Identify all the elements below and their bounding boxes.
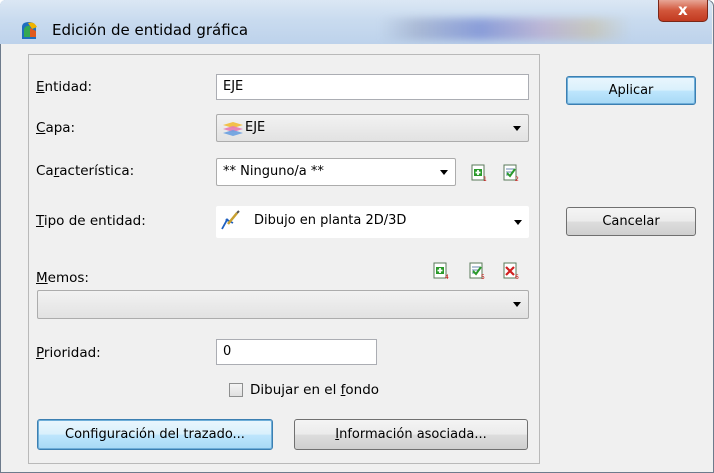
prioridad-label: Prioridad: [36,345,101,361]
cancelar-label: Cancelar [602,214,660,229]
app-icon [22,22,37,39]
edit-sheet-icon[interactable]: 2 [502,164,520,182]
badge-2: 2 [515,176,519,182]
close-icon: x [678,1,688,19]
configuracion-trazado-button[interactable]: Configuración del trazado... [37,419,273,450]
aplicar-button[interactable]: Aplicar [566,76,696,105]
add-sheet-icon[interactable]: 1 [470,164,488,182]
edit-memo-icon[interactable]: 5 [468,262,486,280]
aplicar-label: Aplicar [608,83,654,98]
chevron-down-icon [440,170,448,175]
configuracion-trazado-label: Configuración del trazado... [65,427,245,442]
drawing-tool-icon [221,210,240,230]
badge-6: 6 [515,274,519,280]
badge-5: 5 [481,274,485,280]
memos-label: Memos: [36,270,89,286]
caracteristica-value: ** Ninguno/a ** [223,164,324,179]
entidad-value: EJE [223,79,244,94]
capa-value: EJE [245,120,266,135]
blurred-background [380,18,630,40]
chevron-down-icon [514,220,522,225]
entidad-input[interactable]: EJE [216,74,529,100]
window-title: Edición de entidad gráfica [52,21,249,39]
dibujar-fondo-label: Dibujar en el fondo [250,382,380,398]
tipo-entidad-label: Tipo de entidad: [36,213,146,229]
dibujar-fondo-checkbox[interactable] [229,383,243,397]
prioridad-input[interactable]: 0 [216,339,377,365]
chevron-down-icon [513,302,521,307]
add-memo-icon[interactable]: 4 [432,262,450,280]
close-button[interactable]: x [658,0,708,22]
layers-icon [223,122,243,136]
informacion-asociada-button[interactable]: Información asociada... [294,419,528,450]
tipo-entidad-select[interactable]: Dibujo en planta 2D/3D [216,206,529,238]
badge-1: 1 [483,176,487,182]
caracteristica-select[interactable]: ** Ninguno/a ** [216,158,456,186]
caracteristica-label: Característica: [36,163,135,179]
memos-select[interactable] [37,290,529,319]
chevron-down-icon [513,126,521,131]
prioridad-value: 0 [223,344,232,359]
entidad-label: Entidad: [36,79,93,95]
cancelar-button[interactable]: Cancelar [566,207,696,236]
delete-memo-icon[interactable]: 6 [502,262,520,280]
capa-label: Capa: [36,120,76,136]
badge-4: 4 [445,274,449,280]
capa-select[interactable]: EJE [216,114,529,142]
tipo-entidad-value: Dibujo en planta 2D/3D [254,213,407,228]
informacion-asociada-label: nformación asociada... [339,427,487,442]
